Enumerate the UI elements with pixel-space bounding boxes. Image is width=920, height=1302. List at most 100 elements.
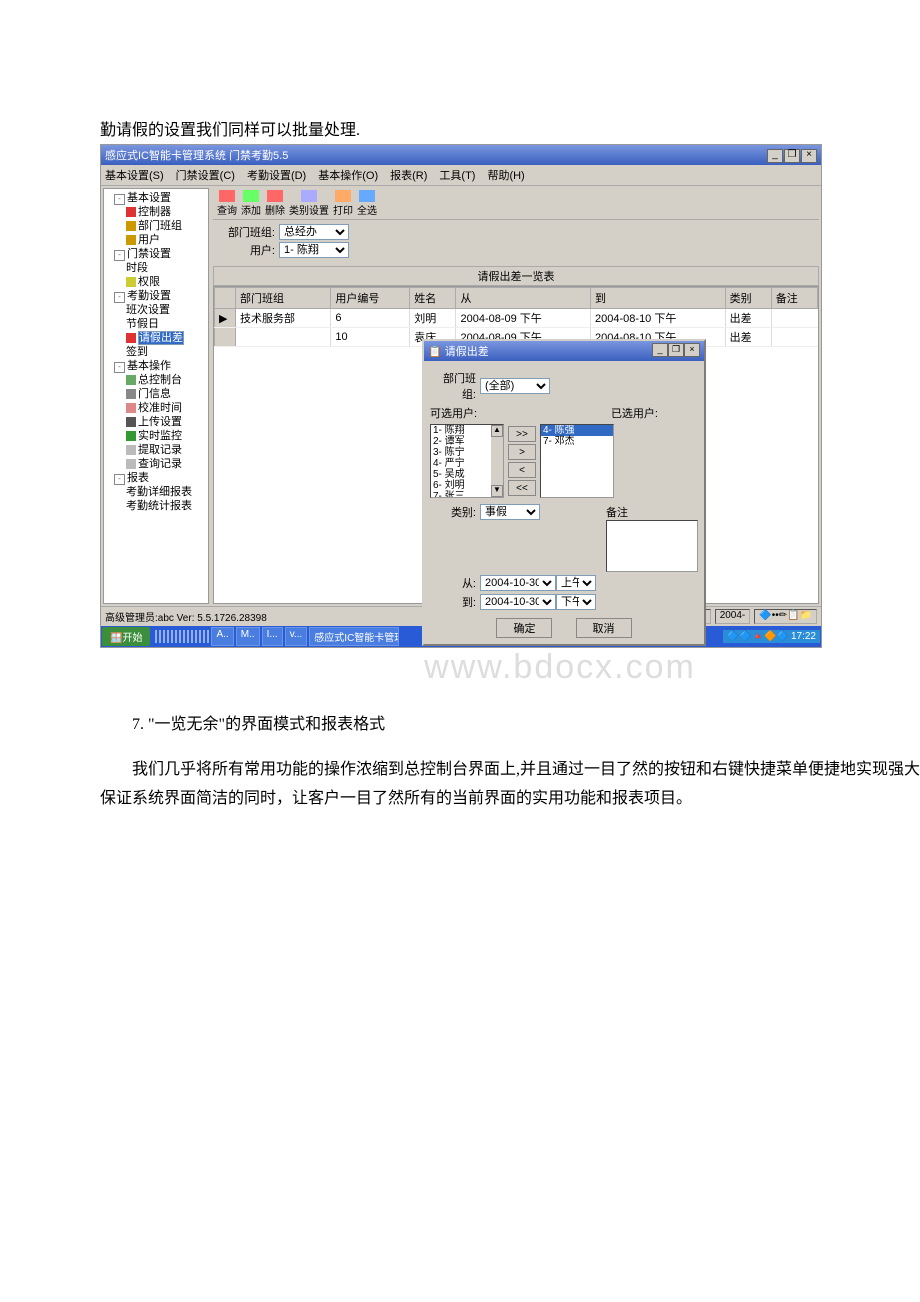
dialog-min-button[interactable]: _ — [652, 343, 668, 357]
taskbar-task[interactable]: I... — [262, 627, 283, 646]
toolbar-button[interactable]: 类别设置 — [289, 190, 329, 217]
dialog-dept-select[interactable]: (全部) — [480, 378, 550, 394]
user-select[interactable]: 1- 陈翔 — [279, 242, 349, 258]
tree-node[interactable]: 请假出差 — [106, 331, 206, 345]
quicklaunch-icon[interactable] — [203, 630, 205, 643]
table-row[interactable]: ▶技术服务部6刘明2004-08-09 下午2004-08-10 下午出差 — [215, 309, 818, 328]
minimize-button[interactable]: _ — [767, 149, 783, 163]
tree-node[interactable]: 控制器 — [106, 205, 206, 219]
close-button[interactable]: × — [801, 149, 817, 163]
ok-button[interactable]: 确定 — [496, 618, 552, 638]
toolbar-button[interactable]: 打印 — [333, 190, 353, 217]
maximize-button[interactable]: ❐ — [784, 149, 800, 163]
tree-node[interactable]: 节假日 — [106, 317, 206, 331]
quicklaunch-icon[interactable] — [163, 630, 165, 643]
scroll-up-icon[interactable]: ▲ — [491, 425, 503, 437]
tree-node[interactable]: 时段 — [106, 261, 206, 275]
quicklaunch-icon[interactable] — [179, 630, 181, 643]
taskbar-task[interactable]: A.. — [211, 627, 233, 646]
nav-tree[interactable]: -基本设置控制器部门班组用户-门禁设置时段权限-考勤设置班次设置节假日请假出差签… — [103, 188, 209, 604]
tree-node[interactable]: 查询记录 — [106, 457, 206, 471]
taskbar-task[interactable]: M.. — [236, 627, 260, 646]
quicklaunch-icon[interactable] — [167, 630, 169, 643]
dialog-close-button[interactable]: × — [684, 343, 700, 357]
quicklaunch-icon[interactable] — [195, 630, 197, 643]
column-header[interactable]: 用户编号 — [331, 288, 410, 309]
menu-item[interactable]: 工具(T) — [439, 170, 475, 182]
tree-node[interactable]: 用户 — [106, 233, 206, 247]
from-ampm-select[interactable]: 上午 — [556, 575, 596, 591]
move-right-button[interactable]: > — [508, 444, 536, 460]
cancel-button[interactable]: 取消 — [576, 618, 632, 638]
quicklaunch-icon[interactable] — [191, 630, 193, 643]
tree-node[interactable]: 班次设置 — [106, 303, 206, 317]
system-tray: 🔷🔷🔺🔶🔷 17:22 — [723, 630, 820, 643]
taskbar-task[interactable]: 感应式IC智能卡管理系统--门禁考勤5.5 — [309, 627, 399, 646]
move-all-left-button[interactable]: << — [508, 480, 536, 496]
dialog-max-button[interactable]: ❐ — [668, 343, 684, 357]
tree-node[interactable]: -门禁设置 — [106, 247, 206, 261]
tree-node[interactable]: 考勤详细报表 — [106, 485, 206, 499]
tree-node[interactable]: 门信息 — [106, 387, 206, 401]
tree-node[interactable]: -基本操作 — [106, 359, 206, 373]
table-caption: 请假出差一览表 — [213, 266, 819, 286]
data-grid[interactable]: 部门班组用户编号姓名从到类别备注▶技术服务部6刘明2004-08-09 下午20… — [213, 286, 819, 604]
taskbar-task[interactable]: v... — [285, 627, 308, 646]
tree-node[interactable]: -考勤设置 — [106, 289, 206, 303]
selected-list[interactable]: 4- 陈强7- 邓杰 — [540, 424, 614, 498]
memo-input[interactable] — [606, 520, 698, 572]
tree-node[interactable]: 校准时间 — [106, 401, 206, 415]
toolbar-button[interactable]: 全选 — [357, 190, 377, 217]
menu-item[interactable]: 基本操作(O) — [318, 170, 378, 182]
column-header[interactable]: 姓名 — [410, 288, 456, 309]
tree-node[interactable]: -报表 — [106, 471, 206, 485]
tree-node[interactable]: 提取记录 — [106, 443, 206, 457]
column-header[interactable] — [215, 288, 236, 309]
available-list[interactable]: 1- 陈翔2- 谭军3- 陈宁4- 严宁5- 吴成6- 刘明7- 张三8- 邓杰… — [430, 424, 504, 498]
quicklaunch-icon[interactable] — [207, 630, 209, 643]
column-header[interactable]: 从 — [456, 288, 591, 309]
menu-item[interactable]: 报表(R) — [390, 170, 427, 182]
tree-node[interactable]: 上传设置 — [106, 415, 206, 429]
menu-item[interactable]: 考勤设置(D) — [247, 170, 306, 182]
tree-node[interactable]: 总控制台 — [106, 373, 206, 387]
from-date-select[interactable]: 2004-10-30 — [480, 575, 556, 591]
quicklaunch-icon[interactable] — [199, 630, 201, 643]
move-all-right-button[interactable]: >> — [508, 426, 536, 442]
list-item[interactable]: 7- 邓杰 — [541, 436, 613, 447]
quicklaunch-icon[interactable] — [187, 630, 189, 643]
column-header[interactable]: 部门班组 — [236, 288, 331, 309]
quicklaunch-icon[interactable] — [155, 630, 157, 643]
move-left-button[interactable]: < — [508, 462, 536, 478]
type-select[interactable]: 事假 — [480, 504, 540, 520]
memo-label: 备注 — [606, 504, 698, 520]
column-header[interactable]: 备注 — [771, 288, 817, 309]
quicklaunch-icon[interactable] — [175, 630, 177, 643]
menu-item[interactable]: 帮助(H) — [487, 170, 524, 182]
column-header[interactable]: 到 — [591, 288, 726, 309]
to-date-select[interactable]: 2004-10-30 — [480, 594, 556, 610]
start-button[interactable]: 🪟开始 — [102, 627, 150, 646]
dept-select[interactable]: 总经办 — [279, 224, 349, 240]
tree-node[interactable]: -基本设置 — [106, 191, 206, 205]
tree-node[interactable]: 权限 — [106, 275, 206, 289]
tree-node[interactable]: 考勤统计报表 — [106, 499, 206, 513]
to-ampm-select[interactable]: 下午 — [556, 594, 596, 610]
selected-label: 已选用户: — [611, 405, 658, 421]
tree-node[interactable]: 部门班组 — [106, 219, 206, 233]
toolbar-button[interactable]: 查询 — [217, 190, 237, 217]
column-header[interactable]: 类别 — [725, 288, 771, 309]
toolbar-button[interactable]: 删除 — [265, 190, 285, 217]
scroll-down-icon[interactable]: ▼ — [491, 485, 503, 497]
menu-item[interactable]: 基本设置(S) — [105, 170, 164, 182]
clock: 17:22 — [791, 631, 816, 642]
quicklaunch-icon[interactable] — [171, 630, 173, 643]
list-item[interactable]: 4- 陈强 — [541, 425, 613, 436]
quicklaunch-icon[interactable] — [183, 630, 185, 643]
menu-item[interactable]: 门禁设置(C) — [176, 170, 235, 182]
tray-icon: 🔷••✏📋📁 — [754, 609, 817, 624]
quicklaunch-icon[interactable] — [159, 630, 161, 643]
tree-node[interactable]: 实时监控 — [106, 429, 206, 443]
tree-node[interactable]: 签到 — [106, 345, 206, 359]
toolbar-button[interactable]: 添加 — [241, 190, 261, 217]
